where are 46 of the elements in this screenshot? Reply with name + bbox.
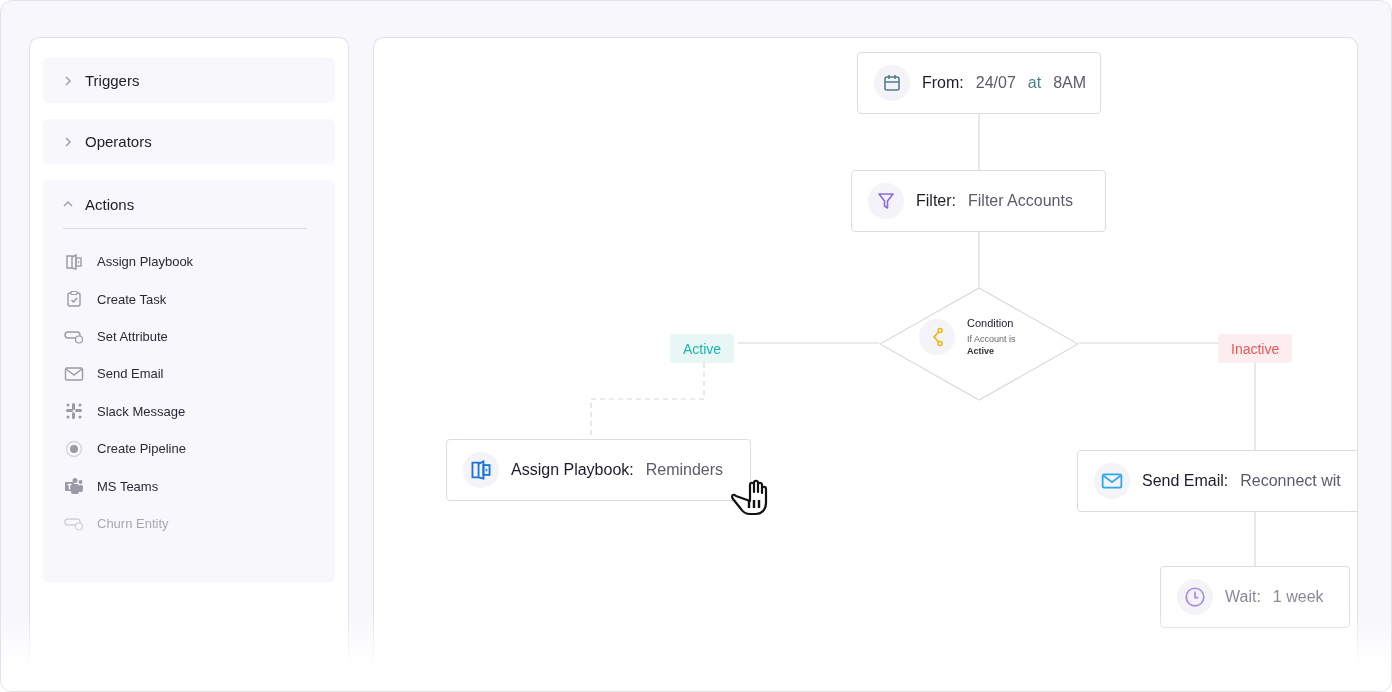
action-item[interactable]: MS Teams bbox=[97, 478, 159, 494]
section-header[interactable]: Operators bbox=[43, 119, 335, 164]
filter-icon bbox=[876, 191, 896, 211]
flow-node[interactable]: Assign Playbook: Reminders bbox=[446, 439, 751, 501]
envelope-icon bbox=[1101, 471, 1123, 491]
node-value: 1 week bbox=[1272, 588, 1324, 606]
action-item[interactable]: Send Email bbox=[97, 366, 164, 382]
flow-node[interactable]: From: 24/07 at 8AM bbox=[857, 52, 1101, 114]
chevron-up-icon bbox=[63, 199, 73, 209]
action-item[interactable]: Assign Playbook bbox=[97, 254, 194, 270]
action-item[interactable]: Set Attribute bbox=[97, 328, 168, 344]
clipboard-icon bbox=[65, 290, 83, 309]
calendar-icon bbox=[882, 73, 902, 93]
hash-grid-icon bbox=[65, 402, 83, 421]
node-title: Condition bbox=[967, 317, 1015, 329]
node-joiner: at bbox=[1027, 74, 1042, 92]
flow-node[interactable]: Send Email: Reconnect wit bbox=[1077, 450, 1357, 512]
action-item[interactable]: Create Pipeline bbox=[97, 441, 186, 457]
flow-node[interactable]: Wait: 1 week bbox=[1160, 566, 1350, 628]
node-title: From: bbox=[922, 74, 964, 92]
chevron-right-icon bbox=[63, 136, 73, 147]
node-value: Reminders bbox=[645, 461, 724, 479]
node-description: If Account is Active bbox=[967, 333, 1017, 357]
section-header[interactable]: Triggers bbox=[43, 58, 335, 103]
node-value: Reconnect wit bbox=[1240, 472, 1341, 490]
clock-icon bbox=[1184, 586, 1206, 608]
flow-node[interactable]: Filter: Filter Accounts bbox=[851, 170, 1106, 232]
section-header[interactable]: Actions bbox=[43, 180, 335, 228]
chevron-right-icon bbox=[63, 75, 73, 86]
people-icon bbox=[64, 477, 84, 496]
action-item[interactable]: Create Task bbox=[97, 291, 167, 307]
book-icon bbox=[470, 459, 492, 481]
node-value: 8AM bbox=[1053, 74, 1087, 92]
envelope-icon bbox=[64, 364, 84, 383]
condition-diamond[interactable] bbox=[879, 287, 1079, 401]
node-value: Filter Accounts bbox=[968, 192, 1073, 210]
radio-icon bbox=[65, 439, 83, 458]
node-title: Send Email: bbox=[1142, 472, 1229, 490]
node-title: Assign Playbook: bbox=[511, 461, 634, 479]
node-title: Filter: bbox=[916, 192, 956, 210]
branch-label: Inactive bbox=[1218, 334, 1293, 363]
node-value: 24/07 bbox=[975, 74, 1016, 92]
node-title: Wait: bbox=[1225, 588, 1261, 606]
book-icon bbox=[65, 252, 83, 271]
action-item[interactable]: Slack Message bbox=[97, 403, 186, 419]
branch-label: Active bbox=[670, 334, 735, 363]
